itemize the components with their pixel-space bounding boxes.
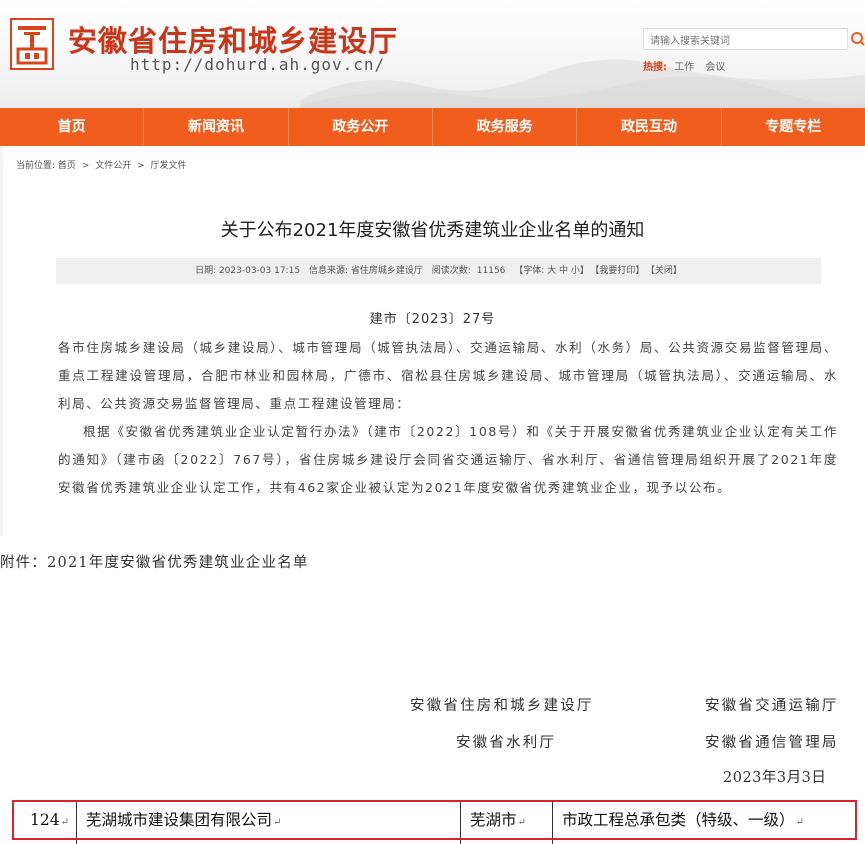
search-input[interactable]: [644, 31, 830, 52]
article-title: 关于公布2021年度安徽省优秀建筑业企业名单的通知: [220, 220, 645, 241]
hot-word-link[interactable]: 会议: [705, 62, 725, 73]
breadcrumb-link-home[interactable]: 首页: [58, 161, 76, 171]
attachment-title: 附件：2021年度安徽省优秀建筑业企业名单: [0, 555, 309, 571]
hot-search-label: 热搜:: [643, 62, 667, 73]
font-size-control[interactable]: 【字体: 大 中 小】: [514, 266, 589, 276]
article-meta: 日期: 2023-03-03 17:15 信息来源: 省住房城乡建设厅 阅读次数…: [56, 258, 821, 284]
divider: [0, 146, 3, 536]
signature-water-dept: 安徽省水利厅: [456, 735, 557, 751]
logo-icon[interactable]: [10, 18, 54, 70]
article-body: 各市住房城乡建设局（城乡建设局）、城市管理局（城管执法局）、交通运输局、水利（水…: [58, 334, 838, 502]
signature-transport-dept: 安徽省交通运输厅: [705, 698, 839, 714]
hot-search: 热搜: 工作 会议: [643, 58, 733, 73]
search-box: [643, 28, 848, 52]
nav-item-topics[interactable]: 专题专栏: [722, 108, 865, 146]
views-label: 阅读次数:: [431, 266, 471, 276]
table-cell-category: 市政工程总承包类（特级、一级）↵: [562, 811, 804, 829]
breadcrumb-separator: >: [137, 161, 145, 171]
info-source: 信息来源: 省住房城乡建设厅: [308, 266, 423, 276]
table-cell-city: 芜湖市↵: [470, 811, 526, 829]
search-icon[interactable]: [848, 28, 865, 50]
hot-word-link[interactable]: 工作: [674, 62, 694, 73]
nav-item-home[interactable]: 首页: [0, 108, 145, 146]
body-paragraph: 根据《安徽省优秀建筑业企业认定暂行办法》（建市〔2022〕108号）和《关于开展…: [58, 424, 838, 495]
site-url: http://dohurd.ah.gov.cn/: [130, 55, 386, 74]
table-row: 124↵ 芜湖城市建设集团有限公司↵ 芜湖市↵ 市政工程总承包类（特级、一级）↵: [12, 800, 857, 844]
close-button[interactable]: 【关闭】: [650, 266, 682, 276]
main-nav: 首页 新闻资讯 政务公开 政务服务 政民互动 专题专栏: [0, 108, 865, 146]
views-count: 11156: [476, 266, 506, 276]
site-header: 安徽省住房和城乡建设厅 http://dohurd.ah.gov.cn/ 热搜:…: [0, 0, 865, 108]
print-button[interactable]: 【我要打印】: [595, 266, 645, 276]
breadcrumb-link-dept-docs[interactable]: 厅发文件: [151, 161, 187, 171]
breadcrumb-separator: >: [81, 161, 90, 171]
recipients-paragraph: 各市住房城乡建设局（城乡建设局）、城市管理局（城管执法局）、交通运输局、水利（水…: [58, 340, 838, 411]
breadcrumb-label: 当前位置:: [16, 161, 56, 171]
table-cell-no: 124↵: [30, 811, 69, 829]
signature-date: 2023年3月3日: [723, 770, 827, 786]
nav-item-news[interactable]: 新闻资讯: [144, 108, 289, 146]
table-cell-company: 芜湖城市建设集团有限公司↵: [86, 811, 282, 829]
site-title[interactable]: 安徽省住房和城乡建设厅: [68, 18, 398, 60]
breadcrumb: 当前位置: 首页 > 文件公开 > 厅发文件: [16, 158, 187, 171]
breadcrumb-link-documents[interactable]: 文件公开: [95, 161, 131, 171]
nav-item-interaction[interactable]: 政民互动: [577, 108, 722, 146]
nav-item-gov-affairs[interactable]: 政务公开: [289, 108, 433, 146]
nav-item-services[interactable]: 政务服务: [433, 108, 578, 146]
document-number: 建市〔2023〕27号: [369, 312, 496, 327]
signature-housing-dept: 安徽省住房和城乡建设厅: [410, 698, 594, 714]
publish-date: 日期: 2023-03-03 17:15: [195, 266, 301, 276]
signature-comms-bureau: 安徽省通信管理局: [705, 735, 839, 751]
